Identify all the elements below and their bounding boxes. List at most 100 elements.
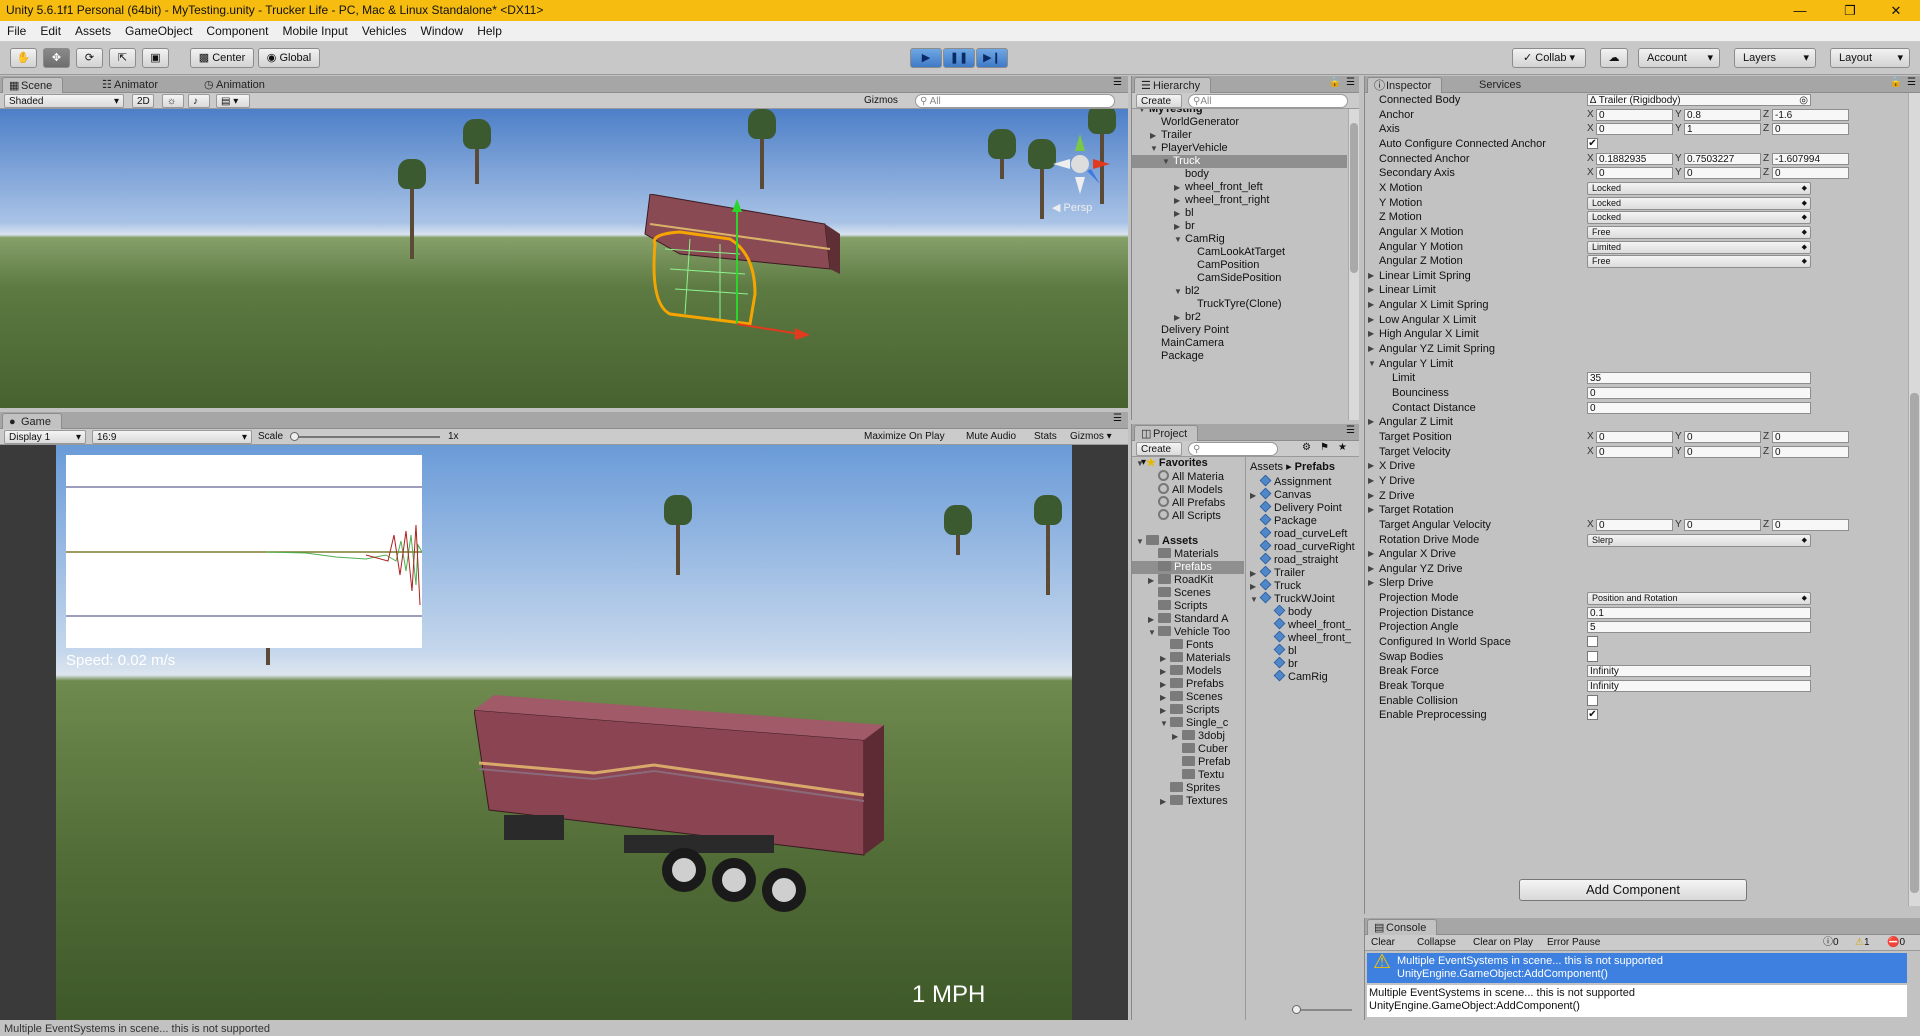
project-folder-item[interactable]: Sprites xyxy=(1132,782,1244,795)
fold-open-icon[interactable]: ▼ xyxy=(1162,155,1173,168)
status-bar[interactable]: Multiple EventSystems in scene... this i… xyxy=(0,1022,1920,1036)
hierarchy-item[interactable]: CamSidePosition xyxy=(1132,272,1347,285)
project-create-dropdown[interactable]: Create ▾ xyxy=(1136,442,1182,468)
fold-closed-icon[interactable]: ▶ xyxy=(1368,489,1374,503)
tab-inspector[interactable]: ⓘ Inspector xyxy=(1367,77,1443,93)
project-folder-item[interactable]: ▼ Assets xyxy=(1132,535,1244,548)
pivot-global-button[interactable]: ◉ Global xyxy=(258,48,320,68)
enum-dropdown[interactable]: Free xyxy=(1587,255,1811,269)
fold-open-icon[interactable]: ▼ xyxy=(1174,233,1185,246)
fold-closed-icon[interactable]: ▶ xyxy=(1160,691,1170,704)
hierarchy-create-dropdown[interactable]: Create ▾ xyxy=(1136,94,1182,120)
cloud-button[interactable]: ☁ xyxy=(1600,48,1628,68)
project-folder-item[interactable]: All Scripts xyxy=(1132,509,1244,522)
object-field[interactable]: ∆ Trailer (Rigidbody) ◎ xyxy=(1587,94,1811,106)
fold-closed-icon[interactable]: ▶ xyxy=(1174,220,1185,233)
hierarchy-item[interactable]: ▶ wheel_front_left xyxy=(1132,181,1347,194)
hierarchy-item[interactable]: CamLookAtTarget xyxy=(1132,246,1347,259)
axis-x-field[interactable]: 0 xyxy=(1596,123,1673,136)
project-folder-item[interactable]: Prefab xyxy=(1132,756,1244,769)
fold-closed-icon[interactable]: ▶ xyxy=(1160,795,1170,808)
axis-z-field[interactable]: 0 xyxy=(1772,518,1849,531)
fold-open-icon[interactable]: ▼ xyxy=(1160,717,1170,730)
project-folder-item[interactable]: ▼ Single_c xyxy=(1132,717,1244,730)
console-entry-selected[interactable]: ⚠ Multiple EventSystems in scene... this… xyxy=(1367,952,1907,983)
tab-project[interactable]: ◫ Project xyxy=(1134,425,1199,441)
project-asset-item[interactable]: ▼ TruckWJoint xyxy=(1246,592,1360,605)
inspector-field-label[interactable]: Low Angular X Limit xyxy=(1379,313,1476,327)
axis-z-field[interactable]: 0 xyxy=(1772,123,1849,136)
account-dropdown[interactable]: Account ▾ xyxy=(1638,48,1720,68)
inspector-field-label[interactable]: Z Drive xyxy=(1379,489,1414,503)
hierarchy-scrollbar[interactable] xyxy=(1348,109,1359,420)
project-folder-item[interactable]: All Materia xyxy=(1132,470,1244,483)
project-asset-item[interactable]: wheel_front_ xyxy=(1246,631,1360,644)
project-folder-item[interactable]: ▶ Prefabs xyxy=(1132,678,1244,691)
project-asset-item[interactable]: road_straight xyxy=(1246,553,1360,566)
hierarchy-item[interactable]: CamPosition xyxy=(1132,259,1347,272)
layout-dropdown[interactable]: Layout ▾ xyxy=(1830,48,1910,68)
enum-dropdown[interactable]: Locked xyxy=(1587,196,1811,210)
fold-open-icon[interactable]: ▼ xyxy=(1174,285,1185,298)
display-dropdown[interactable]: Display 1 ▾ xyxy=(4,430,86,444)
stats-toggle[interactable]: Stats xyxy=(1030,430,1064,444)
hierarchy-item[interactable]: ▶ wheel_front_right xyxy=(1132,194,1347,207)
hierarchy-scroll-thumb[interactable] xyxy=(1350,123,1358,273)
scale-slider[interactable] xyxy=(290,432,440,441)
add-component-button[interactable]: Add Component xyxy=(1519,879,1747,901)
axis-x-field[interactable]: 0.1882935 xyxy=(1596,152,1673,165)
fold-closed-icon[interactable]: ▶ xyxy=(1368,547,1374,561)
value-field[interactable]: 35 xyxy=(1587,372,1811,385)
fold-open-icon[interactable]: ▼ xyxy=(1138,109,1149,116)
object-picker-icon[interactable]: ◎ xyxy=(1799,95,1808,105)
icon-size-slider-thumb[interactable] xyxy=(1292,1005,1301,1014)
fold-closed-icon[interactable]: ▶ xyxy=(1160,678,1170,691)
fold-closed-icon[interactable]: ▶ xyxy=(1150,129,1161,142)
project-asset-item[interactable]: Delivery Point xyxy=(1246,501,1360,514)
axis-z-field[interactable]: -1.6 xyxy=(1772,108,1849,121)
inspector-field-label[interactable]: X Drive xyxy=(1379,459,1415,473)
project-folder-item[interactable]: Prefabs xyxy=(1132,561,1244,574)
scene-search-input[interactable]: ⚲ All xyxy=(915,94,1115,108)
inspector-scrollbar[interactable] xyxy=(1908,93,1920,906)
scene-orientation-gizmo[interactable] xyxy=(1045,129,1115,199)
axis-x-field[interactable]: 0 xyxy=(1596,108,1673,121)
fold-closed-icon[interactable]: ▶ xyxy=(1368,269,1374,283)
inspector-field-label[interactable]: Slerp Drive xyxy=(1379,576,1433,590)
inspector-scroll-thumb[interactable] xyxy=(1910,393,1919,893)
fold-closed-icon[interactable]: ▶ xyxy=(1174,207,1185,220)
fold-closed-icon[interactable]: ▶ xyxy=(1368,283,1374,297)
console-collapse-toggle[interactable]: Collapse xyxy=(1413,936,1463,950)
axis-y-field[interactable]: 0 xyxy=(1684,518,1761,531)
inspector-field-label[interactable]: Y Drive xyxy=(1379,474,1415,488)
lock-icon[interactable]: 🔒 xyxy=(1890,77,1902,88)
step-button[interactable]: ▶❙ xyxy=(976,48,1008,68)
projection-label[interactable]: ◀ Persp xyxy=(1052,201,1092,214)
axis-z-field[interactable]: -1.607994 xyxy=(1772,152,1849,165)
tab-console[interactable]: ▤ Console xyxy=(1367,919,1438,935)
enum-dropdown[interactable]: Locked xyxy=(1587,181,1811,195)
project-folder-item[interactable]: Scripts xyxy=(1132,600,1244,613)
tab-animation[interactable]: ◷ Animation xyxy=(198,77,275,93)
hierarchy-item[interactable]: ▶ Trailer xyxy=(1132,129,1347,142)
axis-x-field[interactable]: 0 xyxy=(1596,167,1673,180)
maximize-on-play-toggle[interactable]: Maximize On Play xyxy=(860,430,960,444)
filter-label-icon[interactable]: ⚑ xyxy=(1320,442,1329,453)
project-asset-item[interactable]: br xyxy=(1246,657,1360,670)
favorite-star-icon[interactable]: ★ xyxy=(1338,442,1347,453)
menu-edit[interactable]: Edit xyxy=(33,21,68,42)
fold-closed-icon[interactable]: ▶ xyxy=(1368,342,1374,356)
fold-closed-icon[interactable]: ▶ xyxy=(1368,313,1374,327)
hierarchy-item[interactable]: ▼ CamRig xyxy=(1132,233,1347,246)
console-info-filter[interactable]: ⓘ0 xyxy=(1819,936,1849,950)
hierarchy-item[interactable]: Delivery Point xyxy=(1132,324,1347,337)
menu-help[interactable]: Help xyxy=(470,21,509,42)
menu-component[interactable]: Component xyxy=(199,21,275,42)
axis-y-field[interactable]: 0 xyxy=(1684,445,1761,458)
project-search-input[interactable]: ⚲ xyxy=(1188,442,1278,456)
audio-toggle[interactable]: ♪ xyxy=(188,94,210,108)
aspect-dropdown[interactable]: 16:9 ▾ xyxy=(92,430,252,444)
inspector-field-label[interactable]: Angular X Limit Spring xyxy=(1379,298,1488,312)
play-button[interactable]: ▶ xyxy=(910,48,942,68)
inspector-field-label[interactable]: Angular Z Limit xyxy=(1379,415,1453,429)
